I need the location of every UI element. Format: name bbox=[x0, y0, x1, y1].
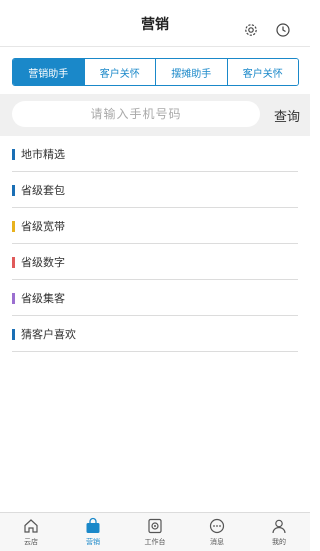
menu-item-province-digital[interactable]: 省级数字 bbox=[12, 245, 298, 280]
bag-icon bbox=[86, 517, 100, 533]
workbench-icon bbox=[148, 518, 162, 534]
tab-marketing-assistant[interactable]: 营销助手 bbox=[13, 59, 84, 85]
nav-workbench[interactable]: 工作台 bbox=[124, 513, 186, 551]
phone-search-input[interactable] bbox=[12, 101, 260, 127]
menu-item-province-package[interactable]: 省级套包 bbox=[12, 173, 298, 208]
profile-icon bbox=[272, 519, 286, 534]
page-title: 营销 bbox=[141, 17, 169, 33]
menu-item-label: 省级套包 bbox=[21, 184, 65, 197]
menu-item-city-selection[interactable]: 地市精选 bbox=[12, 137, 298, 172]
search-button[interactable]: 查询 bbox=[274, 106, 300, 125]
clock-icon[interactable] bbox=[275, 22, 291, 38]
home-icon bbox=[24, 519, 38, 533]
tab-customer-care-2[interactable]: 客户关怀 bbox=[226, 59, 298, 85]
nav-label: 消息 bbox=[210, 538, 224, 546]
item-color-bar bbox=[12, 184, 15, 196]
tab-bar-container: 营销助手 客户关怀 摆摊助手 客户关怀 bbox=[0, 47, 310, 93]
nav-messages[interactable]: 消息 bbox=[186, 513, 248, 551]
nav-label: 云店 bbox=[24, 538, 38, 546]
nav-label: 工作台 bbox=[144, 538, 166, 546]
item-color-bar bbox=[12, 220, 15, 232]
nav-label: 我的 bbox=[272, 538, 286, 546]
tab-bar: 营销助手 客户关怀 摆摊助手 客户关怀 bbox=[12, 58, 299, 86]
search-bar: 查询 bbox=[0, 94, 310, 136]
nav-profile[interactable]: 我的 bbox=[248, 513, 310, 551]
nav-cloud-store[interactable]: 云店 bbox=[0, 513, 62, 551]
gear-icon[interactable] bbox=[243, 22, 259, 38]
message-icon bbox=[209, 518, 225, 534]
nav-label: 营销 bbox=[86, 538, 100, 546]
menu-item-label: 省级集客 bbox=[21, 292, 65, 305]
menu-item-label: 省级数字 bbox=[21, 256, 65, 269]
item-color-bar bbox=[12, 328, 15, 340]
menu-list: 地市精选 省级套包 省级宽带 省级数字 省级集客 猜客户喜欢 bbox=[0, 136, 310, 352]
menu-item-province-group[interactable]: 省级集客 bbox=[12, 281, 298, 316]
menu-item-province-broadband[interactable]: 省级宽带 bbox=[12, 209, 298, 244]
menu-item-label: 省级宽带 bbox=[21, 220, 65, 233]
tab-customer-care[interactable]: 客户关怀 bbox=[83, 59, 155, 85]
item-color-bar bbox=[12, 256, 15, 268]
menu-item-guess-customer-likes[interactable]: 猜客户喜欢 bbox=[12, 317, 298, 352]
bottom-nav: 云店 营销 工作台 消息 我的 bbox=[0, 512, 310, 551]
menu-item-label: 地市精选 bbox=[21, 148, 65, 161]
tab-stall-assistant[interactable]: 摆摊助手 bbox=[155, 59, 227, 85]
nav-marketing[interactable]: 营销 bbox=[62, 513, 124, 551]
app-header: 营销 bbox=[0, 0, 310, 47]
item-color-bar bbox=[12, 148, 15, 160]
menu-item-label: 猜客户喜欢 bbox=[21, 328, 76, 341]
item-color-bar bbox=[12, 292, 15, 304]
